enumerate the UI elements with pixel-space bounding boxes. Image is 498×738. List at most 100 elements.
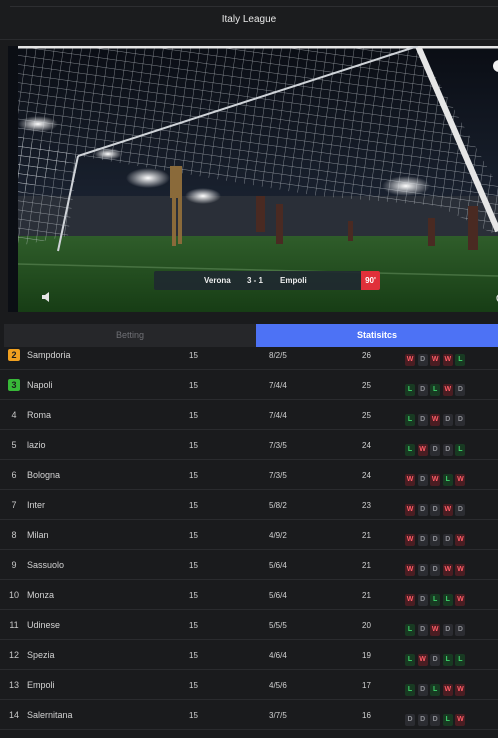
win-draw-loss: 5/8/2 bbox=[269, 501, 287, 510]
form-result-badge: L bbox=[455, 354, 466, 366]
form-result-badge: W bbox=[442, 384, 453, 396]
team-name: Empoli bbox=[27, 680, 55, 690]
rank-number: 11 bbox=[9, 620, 19, 630]
recent-form: LDWDD bbox=[405, 618, 468, 636]
form-result-badge: L bbox=[405, 684, 415, 696]
standings-row[interactable]: 3 Napoli 15 7/4/4 25 L D L W D bbox=[0, 370, 498, 400]
form-result-badge: D bbox=[442, 624, 453, 636]
scoreboard: Verona 3 - 1 Empoli 90' bbox=[154, 271, 380, 290]
form-result-badge: D bbox=[417, 624, 428, 636]
points: 19 bbox=[362, 651, 371, 660]
matches-played: 15 bbox=[189, 651, 198, 660]
away-team-name: Empoli bbox=[280, 276, 307, 285]
form-result-badge: L bbox=[442, 594, 453, 606]
win-draw-loss: 7/4/4 bbox=[269, 381, 287, 390]
rank-number: 4 bbox=[11, 410, 17, 420]
standings-row[interactable]: 8 Milan 15 4/9/2 21 W D D D W bbox=[0, 520, 498, 550]
team-name: Sampdoria bbox=[27, 350, 71, 360]
win-draw-loss: 7/3/5 bbox=[269, 471, 287, 480]
form-result-badge: D bbox=[455, 414, 466, 426]
form-result-badge: W bbox=[455, 564, 466, 576]
form-result-badge: W bbox=[405, 354, 415, 366]
form-result-badge: W bbox=[455, 534, 466, 546]
standings-row[interactable]: 7 Inter 15 5/8/2 23 W D D W D bbox=[0, 490, 498, 520]
form-result-badge: D bbox=[430, 714, 441, 726]
live-video-player[interactable]: Verona 3 - 1 Empoli 90' ! bbox=[8, 46, 498, 312]
standings-row[interactable]: 13 Empoli 15 4/5/6 17 L D L W W bbox=[0, 670, 498, 700]
rank-badge: 3 bbox=[8, 379, 20, 391]
recent-form: WDLLW bbox=[405, 588, 468, 606]
tab-betting[interactable]: Betting bbox=[4, 324, 256, 347]
league-title: Italy League bbox=[221, 14, 277, 25]
points: 24 bbox=[362, 471, 371, 480]
recent-form: LDLWW bbox=[405, 678, 468, 696]
win-draw-loss: 5/6/4 bbox=[269, 591, 287, 600]
standings-table: 2 Sampdoria 15 8/2/5 26 W D W W L 3 Napoli 15 7/4/4 25… bbox=[0, 347, 498, 738]
form-result-badge: D bbox=[430, 444, 441, 456]
matches-played: 15 bbox=[189, 501, 198, 510]
recent-form: LDLWD bbox=[405, 378, 468, 396]
recent-form: LWDLL bbox=[405, 648, 468, 666]
form-result-badge: L bbox=[455, 654, 466, 666]
win-draw-loss: 5/6/4 bbox=[269, 561, 287, 570]
points: 24 bbox=[362, 441, 371, 450]
speaker-icon[interactable] bbox=[40, 290, 54, 304]
form-result-badge: D bbox=[417, 534, 428, 546]
form-result-badge: D bbox=[417, 594, 428, 606]
form-result-badge: D bbox=[405, 714, 415, 726]
points: 25 bbox=[362, 381, 371, 390]
recent-form: WDDDW bbox=[405, 528, 468, 546]
tab-bar: Betting Statisitcs bbox=[4, 324, 498, 347]
header-divider bbox=[10, 6, 498, 7]
team-name: Sassuolo bbox=[27, 560, 65, 570]
form-result-badge: D bbox=[430, 534, 441, 546]
alert-icon[interactable]: ! bbox=[493, 60, 498, 72]
form-result-badge: W bbox=[430, 474, 441, 486]
matches-played: 15 bbox=[189, 531, 198, 540]
form-result-badge: L bbox=[442, 474, 453, 486]
standings-row[interactable]: 9 Sassuolo 15 5/6/4 21 W D D W W bbox=[0, 550, 498, 580]
form-result-badge: W bbox=[430, 354, 441, 366]
rank-number: 13 bbox=[8, 680, 19, 690]
standings-row[interactable]: 10 Monza 15 5/6/4 21 W D L L W bbox=[0, 580, 498, 610]
standings-row[interactable]: 4 Roma 15 7/4/4 25 L D W D D bbox=[0, 400, 498, 430]
form-result-badge: L bbox=[442, 654, 453, 666]
standings-row[interactable]: 14 Salernitana 15 3/7/5 16 D D D L W bbox=[0, 700, 498, 730]
form-result-badge: W bbox=[430, 624, 441, 636]
form-result-badge: W bbox=[442, 684, 453, 696]
rank-number: 10 bbox=[8, 590, 19, 600]
form-result-badge: D bbox=[417, 684, 428, 696]
team-name: Roma bbox=[27, 410, 52, 420]
form-result-badge: L bbox=[430, 684, 441, 696]
home-team-name: Verona bbox=[204, 276, 231, 285]
form-result-badge: D bbox=[430, 504, 441, 516]
tab-statistics[interactable]: Statisitcs bbox=[256, 324, 498, 347]
standings-row[interactable]: 2 Sampdoria 15 8/2/5 26 W D W W L bbox=[0, 347, 498, 370]
recent-form: WDDWD bbox=[405, 498, 468, 516]
matches-played: 15 bbox=[189, 411, 198, 420]
form-result-badge: D bbox=[417, 714, 428, 726]
form-result-badge: D bbox=[442, 444, 453, 456]
points: 21 bbox=[362, 591, 371, 600]
recent-form: LWDDL bbox=[405, 438, 468, 456]
matches-played: 15 bbox=[189, 441, 198, 450]
team-name: Monza bbox=[27, 590, 55, 600]
rank-number: 7 bbox=[11, 500, 17, 510]
form-result-badge: D bbox=[417, 564, 428, 576]
team-name: Inter bbox=[27, 500, 46, 510]
win-draw-loss: 3/7/5 bbox=[269, 711, 287, 720]
rank-badge: 2 bbox=[8, 349, 20, 361]
form-result-badge: D bbox=[442, 534, 453, 546]
team-name: lazio bbox=[27, 440, 46, 450]
form-result-badge: W bbox=[405, 534, 415, 546]
form-result-badge: W bbox=[405, 594, 415, 606]
form-result-badge: W bbox=[442, 504, 453, 516]
standings-row[interactable]: 6 Bologna 15 7/3/5 24 W D W L W bbox=[0, 460, 498, 490]
form-result-badge: D bbox=[455, 624, 466, 636]
standings-row[interactable]: 11 Udinese 15 5/5/5 20 L D W D D bbox=[0, 610, 498, 640]
form-result-badge: L bbox=[442, 714, 453, 726]
standings-row[interactable]: 12 Spezia 15 4/6/4 19 L W D L L bbox=[0, 640, 498, 670]
form-result-badge: D bbox=[455, 504, 466, 516]
matches-played: 15 bbox=[189, 621, 198, 630]
standings-row[interactable]: 5 lazio 15 7/3/5 24 L W D D L bbox=[0, 430, 498, 460]
